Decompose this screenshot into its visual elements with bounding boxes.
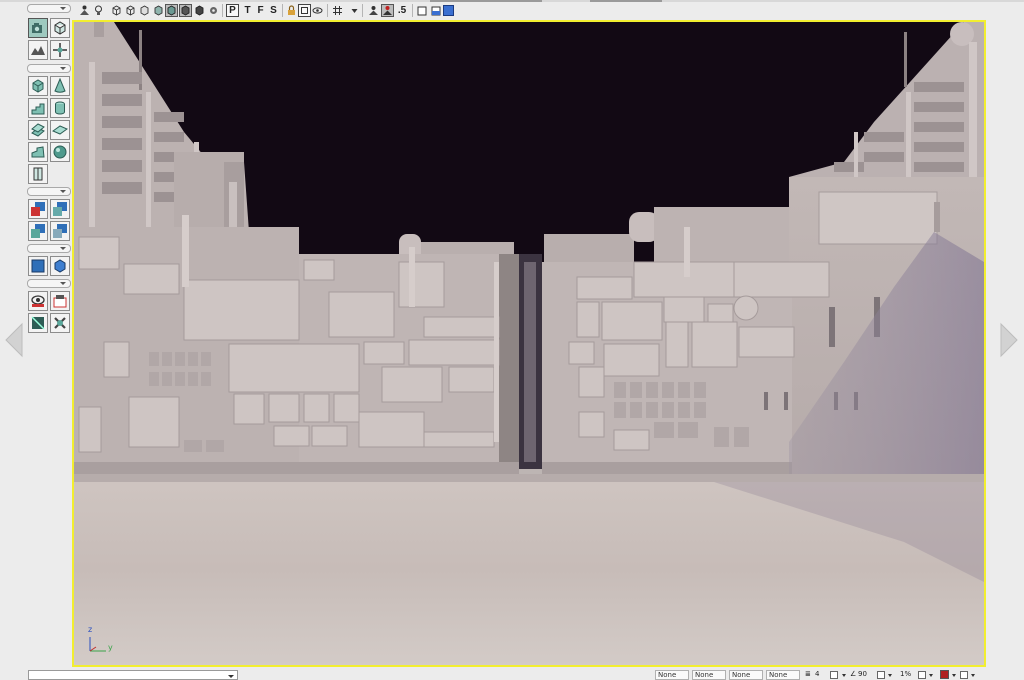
snap-size-label: .5 [397,5,407,16]
front-view-button[interactable]: F [254,4,267,17]
palette-category-brushes[interactable] [27,64,71,73]
axis-label-y: y [108,643,113,652]
realtime-preview-icon[interactable] [940,670,949,679]
single-viewport-icon[interactable] [415,4,428,17]
cube-brush-icon[interactable] [28,76,48,96]
quad-viewport-icon[interactable] [442,4,455,17]
snap-field-3[interactable]: None [729,670,763,680]
rotation-snap-icon: ∠ [850,670,857,678]
axis-label-z: z [88,625,93,634]
gear-icon[interactable] [207,4,220,17]
volume-icon[interactable] [28,164,48,184]
stairs-brush-icon[interactable] [28,98,48,118]
perspective-view-button[interactable]: P [226,4,239,17]
cube-texture-icon[interactable] [138,4,151,17]
scroll-right-arrow-icon[interactable] [999,322,1021,358]
add-mover-icon[interactable] [28,256,48,276]
cube-shaded-icon[interactable] [179,4,192,17]
light-bulb-icon[interactable] [92,4,105,17]
curved-stairs-icon[interactable] [28,142,48,162]
grid-icon[interactable] [331,4,344,17]
axis-gizmo: z y [86,625,116,655]
cone-brush-icon[interactable] [50,76,70,96]
select-inverse-icon[interactable] [28,313,48,333]
cube-zone-icon[interactable] [124,4,137,17]
actor-icon[interactable] [78,4,91,17]
grid-dropdown-arrow[interactable] [842,674,846,677]
toolbar-separator [327,4,328,17]
cube-dynamic-light-icon[interactable] [165,4,178,17]
palette-category-movers[interactable] [27,244,71,253]
option-dropdown-arrow[interactable] [971,674,975,677]
scale-snap-checkbox[interactable] [918,671,926,679]
snap-actor-icon[interactable] [367,4,380,17]
main-toolbar: P T F S .5 [0,0,1024,20]
palette-category-visibility[interactable] [27,279,71,288]
round-vent [733,295,759,321]
csg-subtract-icon[interactable] [50,199,70,219]
cube-realtime-icon[interactable] [193,4,206,17]
toolbar-separator [282,4,283,17]
scale-dropdown-arrow[interactable] [929,674,933,677]
grid-snap-checkbox[interactable] [830,671,838,679]
eye-icon[interactable] [311,4,324,17]
add-special-icon[interactable] [50,256,70,276]
rotation-snap-value: 90 [858,670,867,678]
snap-vertex-icon[interactable] [381,4,394,17]
preview-dropdown-arrow[interactable] [952,674,956,677]
top-view-button[interactable]: T [241,4,254,17]
palette-category-camera[interactable] [27,4,71,13]
cylinder-brush-icon[interactable] [50,98,70,118]
option-checkbox[interactable] [960,671,968,679]
scale-snap-value: 1% [900,670,912,678]
sheet-brush-icon[interactable] [50,120,70,140]
csg-deintersect-icon[interactable] [50,221,70,241]
hide-selected-icon[interactable] [50,291,70,311]
transform-icon[interactable] [50,40,70,60]
scroll-left-arrow-icon[interactable] [2,322,24,358]
hide-invert-icon[interactable] [50,313,70,333]
side-view-button[interactable]: S [267,4,280,17]
show-selected-icon[interactable] [28,291,48,311]
perspective-viewport[interactable]: z y [72,20,986,667]
rotation-snap-checkbox[interactable] [877,671,885,679]
camera-icon[interactable] [28,18,48,38]
rotation-dropdown-arrow[interactable] [888,674,892,677]
palette-category-csg[interactable] [27,187,71,196]
toolbar-separator [412,4,413,17]
snap-field-1[interactable]: None [655,670,689,680]
sphere-brush-icon[interactable] [50,142,70,162]
csg-intersect-icon[interactable] [28,221,48,241]
grid-size-icon: ≣ [805,670,811,678]
snap-field-2[interactable]: None [692,670,726,680]
chevron-down-icon[interactable] [228,675,234,678]
maximize-viewport-icon[interactable] [298,4,311,17]
status-bar: None None None None ≣ 4 ∠ 90 1% [0,668,1024,680]
lock-icon[interactable] [285,4,298,17]
split-viewport-icon[interactable] [429,4,442,17]
toolbar-separator [222,4,223,17]
editor-window: P T F S .5 z y None None None None ≣ 4 ∠… [0,0,1024,680]
dropdown-arrow-icon[interactable] [348,4,361,17]
toolbar-separator [362,4,363,17]
grid-size-value: 4 [815,670,820,678]
cube-wire-icon[interactable] [50,18,70,38]
spiral-brush-icon[interactable] [28,120,48,140]
window-tab-indicator[interactable] [430,0,542,2]
command-combo-box[interactable] [28,670,238,680]
rendered-scene [74,22,984,665]
snap-field-4[interactable]: None [766,670,800,680]
csg-add-icon[interactable] [28,199,48,219]
window-tab-indicator-2[interactable] [590,0,662,2]
curb [74,474,984,482]
cube-lit-icon[interactable] [152,4,165,17]
tool-palette [27,4,72,336]
terrain-icon[interactable] [28,40,48,60]
cube-wireframe-icon[interactable] [110,4,123,17]
